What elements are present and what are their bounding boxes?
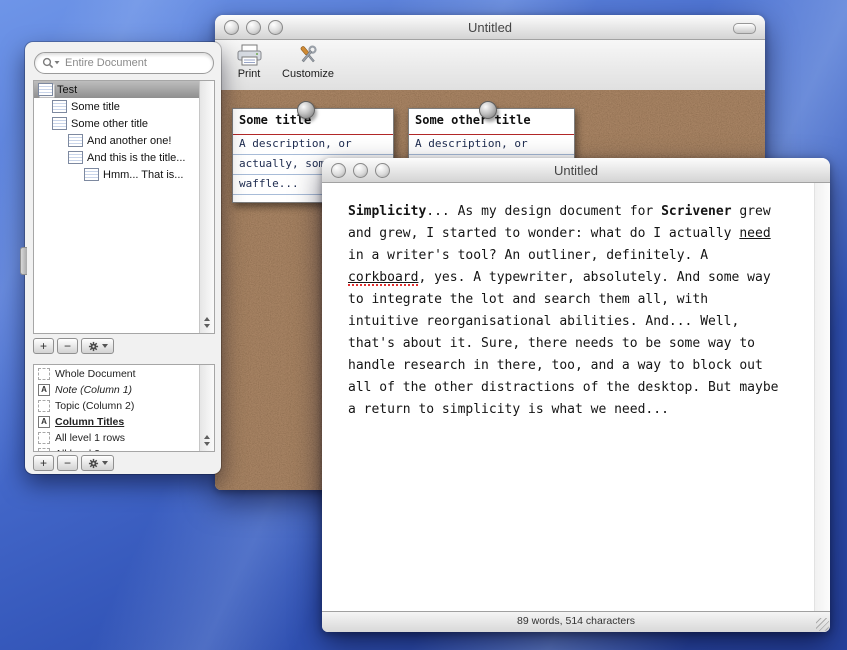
search-icon <box>42 57 61 69</box>
push-pin-icon <box>297 101 315 119</box>
text-segment: corkboard <box>348 270 418 286</box>
column-option[interactable]: Whole Document <box>34 366 200 382</box>
column-option[interactable]: A Column Titles <box>34 414 200 430</box>
tree-item[interactable]: And this is the title... <box>34 149 200 166</box>
toolbar: Print Customize <box>215 40 765 91</box>
resize-grip-icon[interactable] <box>816 618 829 631</box>
tree-item-label: Hmm... That is... <box>103 169 183 181</box>
editor-scrollbar[interactable] <box>814 183 830 612</box>
window-title: Untitled <box>322 163 830 178</box>
tree-scrollbar[interactable] <box>199 81 214 333</box>
tools-icon <box>295 44 322 66</box>
checkbox[interactable] <box>38 432 50 444</box>
checkbox[interactable] <box>38 400 50 412</box>
push-pin-icon <box>479 101 497 119</box>
text-segment: , yes. A typewriter, absolutely. And som… <box>348 270 778 417</box>
tree-item[interactable]: And another one! <box>34 132 200 149</box>
chevron-down-icon <box>102 344 108 348</box>
print-label: Print <box>238 68 261 80</box>
column-option-label: Note (Column 1) <box>55 384 132 396</box>
desktop: Untitled Print <box>0 0 847 650</box>
editor-text: Simplicity... As my design document for … <box>348 201 783 421</box>
text-segment: Simplicity <box>348 204 426 219</box>
column-option-label: Column Titles <box>55 416 124 428</box>
document-icon <box>68 134 83 147</box>
column-option-label: All level 2 rows <box>55 448 125 452</box>
scrollbar-arrows <box>200 314 214 331</box>
card-text-line: A description, or <box>409 135 574 155</box>
gear-icon <box>88 458 99 469</box>
scroll-up-icon[interactable] <box>204 317 210 321</box>
column-option[interactable]: Topic (Column 2) <box>34 398 200 414</box>
search-input[interactable]: Entire Document <box>34 52 214 74</box>
tree-item[interactable]: Some other title <box>34 115 200 132</box>
document-tree: Test Some title Some other title And ano… <box>33 80 215 334</box>
customize-label: Customize <box>282 68 334 80</box>
drawer-handle[interactable] <box>20 247 27 275</box>
titlebar[interactable]: Untitled <box>322 158 830 183</box>
document-icon <box>52 117 67 130</box>
column-option-label: All level 1 rows <box>55 432 125 444</box>
tree-item-label: Some title <box>71 101 120 113</box>
text-segment: Scrivener <box>661 204 731 219</box>
scroll-up-icon[interactable] <box>204 435 210 439</box>
tree-item[interactable]: Some title <box>34 98 200 115</box>
columns-list: Whole Document A Note (Column 1) Topic (… <box>33 364 215 452</box>
column-option-label: Topic (Column 2) <box>55 400 134 412</box>
tree-item-label: And another one! <box>87 135 171 147</box>
add-button[interactable]: + <box>33 455 54 471</box>
text-segment: in a writer's tool? An outliner, definit… <box>348 248 708 263</box>
toolbar-toggle-button[interactable] <box>733 23 756 34</box>
text-segment: need <box>739 226 770 241</box>
checkbox[interactable] <box>38 368 50 380</box>
checkbox[interactable] <box>38 448 50 452</box>
status-bar: 89 words, 514 characters <box>322 611 830 632</box>
document-icon <box>52 100 67 113</box>
search-scope-label: Entire Document <box>65 57 147 69</box>
columns-scrollbar[interactable] <box>199 365 214 451</box>
column-option-label: Whole Document <box>55 368 136 380</box>
text-segment: ... As my design document for <box>426 204 661 219</box>
column-rows: Whole Document A Note (Column 1) Topic (… <box>34 366 200 451</box>
scroll-down-icon[interactable] <box>204 324 210 328</box>
remove-button[interactable]: − <box>57 338 78 354</box>
add-button[interactable]: + <box>33 338 54 354</box>
tree-actions: + − <box>33 338 114 354</box>
checkbox[interactable]: A <box>38 416 50 428</box>
card-stack-icon <box>38 83 53 96</box>
inspector-window: Entire Document Test Some title Some oth… <box>25 42 221 474</box>
checkbox[interactable]: A <box>38 384 50 396</box>
chevron-down-icon <box>102 461 108 465</box>
tree-rows: Test Some title Some other title And ano… <box>34 81 200 333</box>
tree-item[interactable]: Hmm... That is... <box>34 166 200 183</box>
tree-item-label: Some other title <box>71 118 148 130</box>
action-menu-button[interactable] <box>81 455 114 471</box>
tree-item-label: And this is the title... <box>87 152 185 164</box>
document-icon <box>84 168 99 181</box>
text-editor[interactable]: Simplicity... As my design document for … <box>322 183 830 612</box>
scrollbar-arrows <box>200 432 214 449</box>
columns-actions: + − <box>33 455 114 471</box>
print-button[interactable]: Print <box>227 44 271 80</box>
tree-item-label: Test <box>57 84 77 96</box>
scroll-down-icon[interactable] <box>204 442 210 446</box>
remove-button[interactable]: − <box>57 455 78 471</box>
window-title: Untitled <box>215 20 765 35</box>
column-option[interactable]: All level 1 rows <box>34 430 200 446</box>
tree-item[interactable]: Test <box>34 81 200 98</box>
word-count: 89 words, 514 characters <box>517 615 635 627</box>
action-menu-button[interactable] <box>81 338 114 354</box>
column-option[interactable]: All level 2 rows <box>34 446 200 452</box>
card-text-line: A description, or <box>233 135 393 155</box>
gear-icon <box>88 341 99 352</box>
editor-window: Untitled Simplicity... As my design docu… <box>322 158 830 632</box>
column-option[interactable]: A Note (Column 1) <box>34 382 200 398</box>
titlebar[interactable]: Untitled <box>215 15 765 40</box>
printer-icon <box>236 44 263 66</box>
customize-button[interactable]: Customize <box>277 44 339 80</box>
document-icon <box>68 151 83 164</box>
